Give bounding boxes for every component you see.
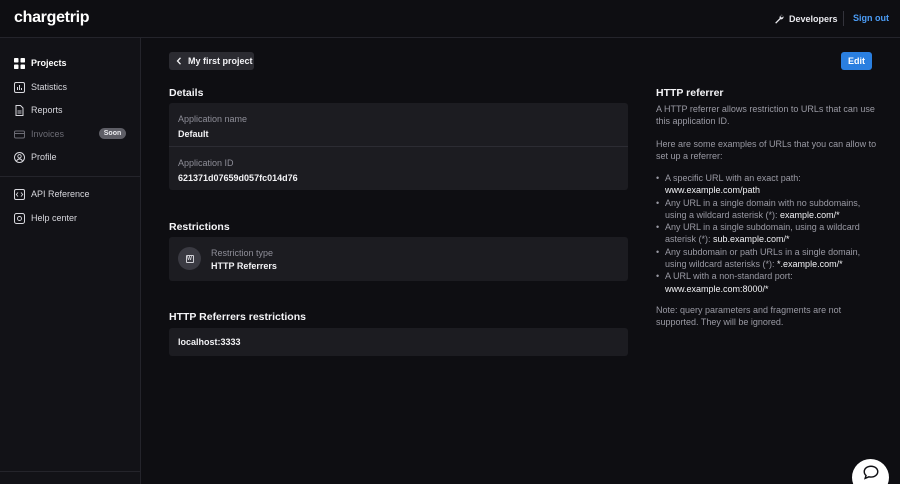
restriction-type-icon: W (178, 247, 201, 270)
list-item: Any URL in a single subdomain, using a w… (656, 221, 882, 246)
back-to-project-button[interactable]: My first project (169, 52, 254, 70)
help-examples-intro: Here are some examples of URLs that you … (656, 139, 877, 162)
app-name-value: Default (178, 129, 209, 139)
help-note: Note: query parameters and fragments are… (656, 305, 842, 328)
help-examples-list: A specific URL with an exact path: www.e… (656, 172, 882, 295)
sidebar-item-label: Profile (31, 152, 57, 162)
sidebar-divider (0, 176, 141, 177)
details-title: Details (169, 87, 204, 99)
help-intro: A HTTP referrer allows restriction to UR… (656, 104, 875, 127)
list-item: Any URL in a single domain with no subdo… (656, 197, 882, 222)
referrers-title: HTTP Referrers restrictions (169, 311, 306, 323)
referrer-value: localhost:3333 (178, 337, 241, 347)
app-name-row: Application name Default (178, 114, 247, 139)
developers-label: Developers (789, 14, 838, 24)
sidebar-item-profile[interactable]: Profile (14, 149, 57, 165)
chat-button[interactable] (852, 459, 889, 484)
sidebar-item-reports[interactable]: Reports (14, 102, 63, 118)
back-button-label: My first project (188, 56, 253, 66)
referrer-row: localhost:3333 (178, 337, 241, 347)
document-icon (15, 104, 24, 116)
grid-icon (14, 57, 25, 69)
chargetrip-logo[interactable]: chargetrip (14, 9, 90, 27)
restriction-type-value: HTTP Referrers (211, 261, 277, 271)
sidebar-item-api-reference[interactable]: API Reference (14, 186, 90, 202)
restrictions-title: Restrictions (169, 221, 230, 233)
top-bar: chargetrip Developers Sign out (0, 0, 900, 38)
help-icon (14, 212, 25, 224)
api-icon (14, 188, 25, 200)
edit-button[interactable]: Edit (841, 52, 872, 70)
sidebar-item-label: API Reference (31, 189, 90, 199)
restriction-type-row: Restriction type HTTP Referrers (211, 248, 277, 271)
sign-out-link[interactable]: Sign out (853, 13, 889, 23)
header-divider (843, 11, 844, 26)
sidebar-item-invoices: Invoices (14, 126, 64, 142)
app-id-label: Application ID (178, 158, 234, 168)
restriction-type-label: Restriction type (211, 248, 274, 258)
sidebar-item-label: Projects (31, 58, 67, 68)
sidebar-item-help-center[interactable]: Help center (14, 210, 77, 226)
sidebar-item-statistics[interactable]: Statistics (14, 79, 67, 95)
help-title: HTTP referrer (656, 87, 724, 99)
developers-link[interactable]: Developers (774, 12, 838, 26)
invoice-icon (14, 130, 25, 138)
chevron-left-icon (176, 57, 181, 65)
chat-icon (863, 465, 878, 480)
details-divider (169, 146, 628, 147)
profile-icon (14, 151, 25, 163)
sidebar-item-label: Invoices (31, 129, 65, 139)
list-item: A URL with a non-standard port: www.exam… (656, 270, 882, 295)
sidebar-item-label: Reports (31, 105, 63, 115)
chart-icon (14, 81, 25, 93)
wrench-icon (775, 14, 784, 24)
app-name-label: Application name (178, 114, 248, 124)
list-item: Any subdomain or path URLs in a single d… (656, 246, 882, 271)
sidebar-item-projects[interactable]: Projects (14, 55, 67, 71)
sidebar-bottom-divider (0, 471, 141, 472)
soon-badge: Soon (99, 128, 126, 139)
details-card: Application name Default Application ID … (169, 103, 628, 190)
app-id-value[interactable]: 621371d07659d057fc014d76 (178, 173, 298, 183)
referrers-card: localhost:3333 (169, 328, 628, 356)
sidebar-item-label: Statistics (31, 82, 68, 92)
restrictions-card: W Restriction type HTTP Referrers (169, 237, 628, 281)
list-item: A specific URL with an exact path: www.e… (656, 172, 882, 197)
app-id-row: Application ID 621371d07659d057fc014d76 (178, 158, 298, 183)
sidebar-item-label: Help center (31, 213, 78, 223)
